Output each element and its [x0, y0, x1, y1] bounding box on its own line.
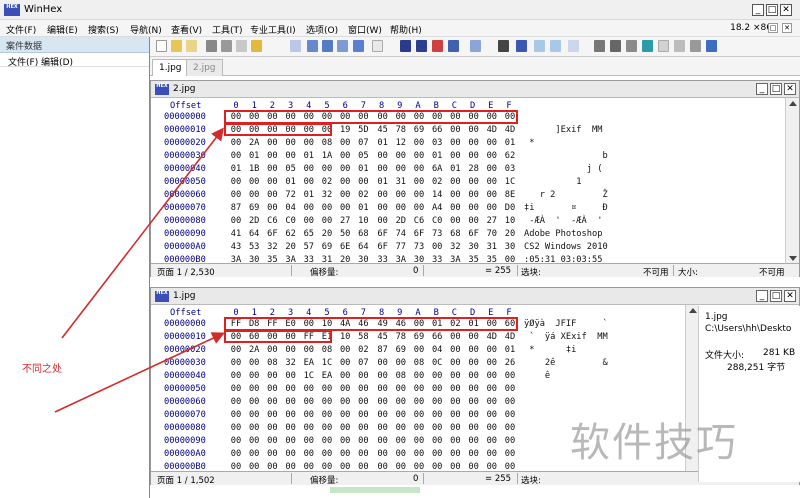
bottom-edge-strip	[330, 487, 420, 493]
annotation-label: 不同之处	[22, 364, 62, 375]
watermark: 软件技巧	[570, 420, 738, 466]
arrow-to-top-pane	[61, 127, 224, 339]
arrow-to-bottom-pane	[54, 332, 225, 413]
